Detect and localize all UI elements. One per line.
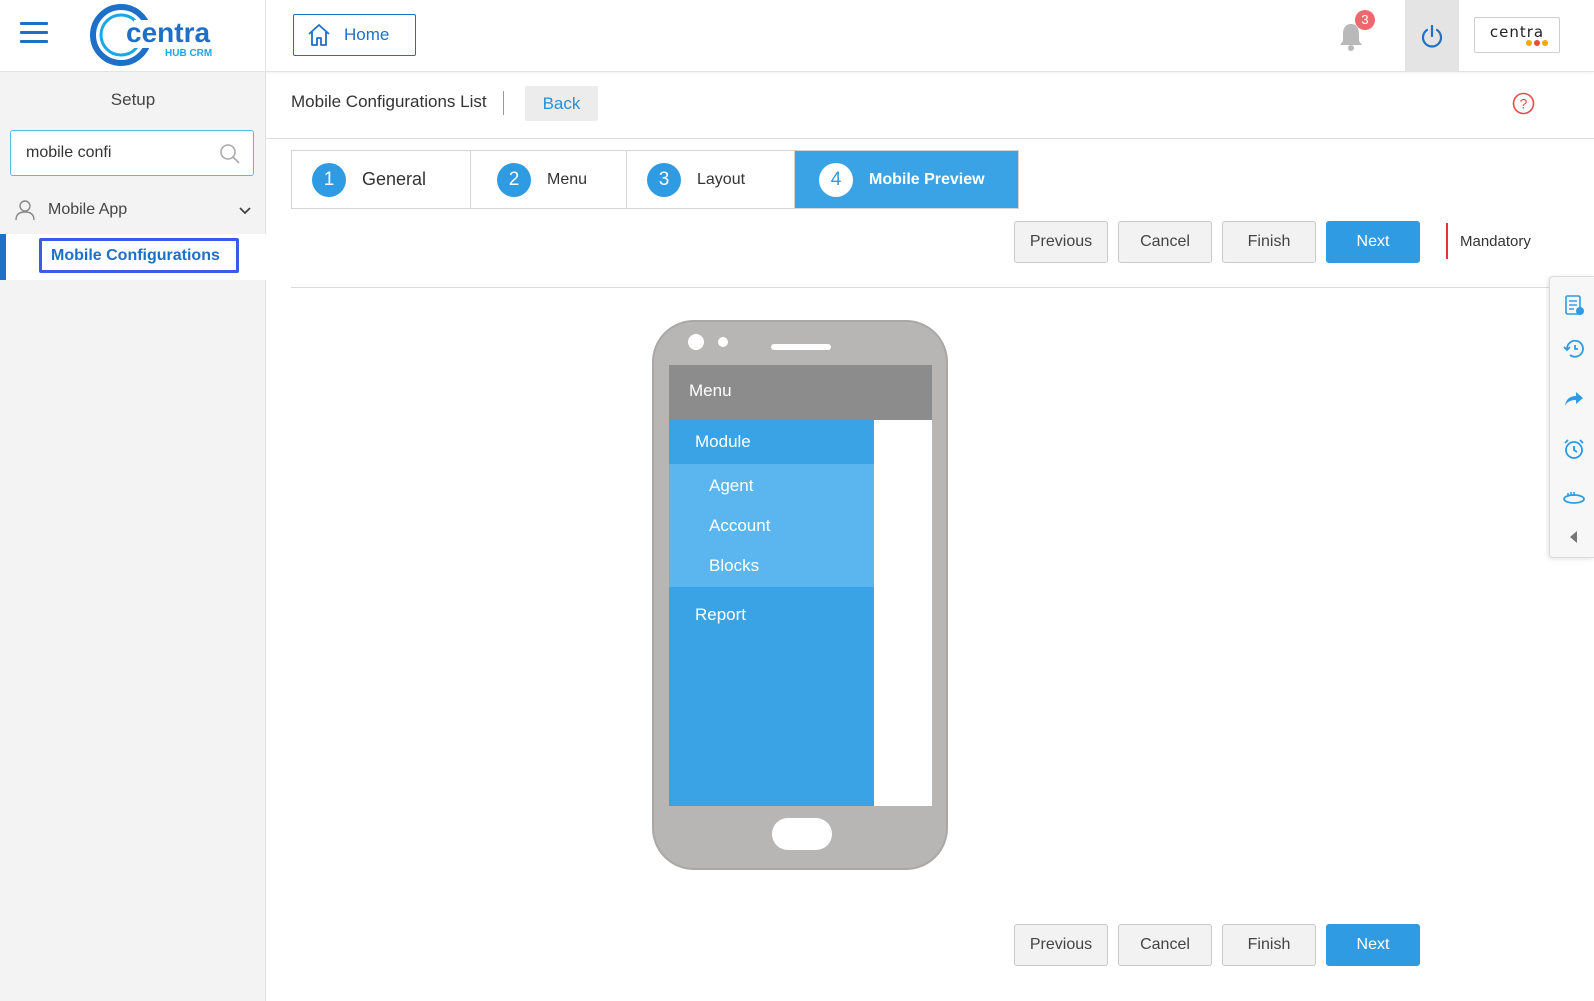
sidebar-item-label: Mobile Configurations xyxy=(39,238,239,273)
breadcrumb-divider xyxy=(503,91,504,115)
share-icon[interactable] xyxy=(1562,387,1586,411)
preview-submenu-blocks[interactable]: Blocks xyxy=(669,546,874,586)
sidebar-search xyxy=(10,130,254,176)
phone-speaker xyxy=(771,344,831,350)
phone-screen: Menu Module Agent Account Blocks Report xyxy=(669,365,932,806)
collapse-icon[interactable] xyxy=(1562,525,1586,549)
home-button[interactable]: Home xyxy=(293,14,416,56)
chevron-down-icon[interactable] xyxy=(238,203,252,217)
home-label: Home xyxy=(344,25,390,44)
finish-button[interactable]: Finish xyxy=(1222,221,1316,263)
alarm-icon[interactable] xyxy=(1562,437,1586,461)
svg-text:centra: centra xyxy=(126,17,210,48)
next-button[interactable]: Next xyxy=(1326,221,1420,263)
view-360-icon[interactable] xyxy=(1562,485,1586,509)
preview-submenu-agent[interactable]: Agent xyxy=(669,466,874,506)
step-number: 2 xyxy=(497,162,531,197)
preview-submenu: Agent Account Blocks xyxy=(669,464,874,587)
logo-area: centra HUB CRM xyxy=(0,0,266,72)
preview-menu-report[interactable]: Report xyxy=(669,593,874,637)
step-label: Layout xyxy=(697,170,746,188)
tab-mobile-preview[interactable]: 4 Mobile Preview xyxy=(795,151,1018,208)
mandatory-indicator xyxy=(1446,223,1448,259)
step-label: Menu xyxy=(547,170,588,188)
step-number: 3 xyxy=(647,162,681,197)
step-number: 4 xyxy=(819,162,853,197)
step-label: Mobile Preview xyxy=(869,170,985,188)
setup-sidebar: Setup Mobile App Mobile Configurations xyxy=(0,72,266,1001)
sidebar-title: Setup xyxy=(110,90,156,109)
top-header: centra HUB CRM Home 3 centra xyxy=(0,0,1594,72)
tab-layout[interactable]: 3 Layout xyxy=(627,151,795,208)
phone-camera xyxy=(688,334,704,350)
user-icon xyxy=(15,200,35,221)
wizard-steps: 1 General 2 Menu 3 Layout 4 Mobile Previ… xyxy=(291,150,1019,209)
hamburger-menu-icon[interactable] xyxy=(20,22,48,44)
sidebar-search-input[interactable] xyxy=(26,144,216,162)
mobile-preview-phone: Menu Module Agent Account Blocks Report xyxy=(652,320,948,870)
brand-dots xyxy=(1526,40,1548,46)
svg-text:?: ? xyxy=(1520,96,1528,112)
previous-button-bottom[interactable]: Previous xyxy=(1014,924,1108,966)
preview-menu-module[interactable]: Module xyxy=(669,420,874,464)
divider xyxy=(291,287,1551,288)
mandatory-label: Mandatory xyxy=(1460,233,1531,250)
brand-text: centra xyxy=(1489,23,1545,41)
help-icon[interactable]: ? xyxy=(1512,92,1535,115)
centra-hub-crm-logo[interactable]: centra HUB CRM xyxy=(90,4,220,66)
divider xyxy=(266,138,1594,139)
logout-button[interactable] xyxy=(1405,0,1459,71)
history-icon[interactable] xyxy=(1562,337,1586,361)
phone-home-button xyxy=(772,818,832,850)
page-title: Mobile Configurations List xyxy=(291,92,487,111)
notification-count-badge: 3 xyxy=(1355,10,1375,30)
preview-menu-header: Menu xyxy=(669,365,932,420)
sidebar-item-mobile-configurations[interactable]: Mobile Configurations xyxy=(0,234,266,280)
notes-icon[interactable] xyxy=(1562,293,1586,317)
svg-text:HUB CRM: HUB CRM xyxy=(165,48,212,59)
tab-general[interactable]: 1 General xyxy=(292,151,471,208)
cancel-button-bottom[interactable]: Cancel xyxy=(1118,924,1212,966)
company-brand-logo[interactable]: centra xyxy=(1474,17,1560,53)
tab-menu[interactable]: 2 Menu xyxy=(471,151,627,208)
preview-menu-panel: Module Agent Account Blocks Report xyxy=(669,420,874,806)
preview-submenu-account[interactable]: Account xyxy=(669,506,874,546)
sidebar-group-mobile-app[interactable]: Mobile App xyxy=(0,190,266,230)
sidebar-group-label: Mobile App xyxy=(48,201,128,218)
step-number: 1 xyxy=(312,162,346,197)
search-icon[interactable] xyxy=(219,143,241,165)
cancel-button[interactable]: Cancel xyxy=(1118,221,1212,263)
home-icon xyxy=(308,24,330,46)
back-button[interactable]: Back xyxy=(525,86,598,121)
previous-button[interactable]: Previous xyxy=(1014,221,1108,263)
next-button-bottom[interactable]: Next xyxy=(1326,924,1420,966)
phone-sensor xyxy=(718,337,728,347)
power-icon xyxy=(1421,24,1443,48)
step-label: General xyxy=(362,169,427,189)
finish-button-bottom[interactable]: Finish xyxy=(1222,924,1316,966)
right-floating-toolbar xyxy=(1549,276,1594,558)
